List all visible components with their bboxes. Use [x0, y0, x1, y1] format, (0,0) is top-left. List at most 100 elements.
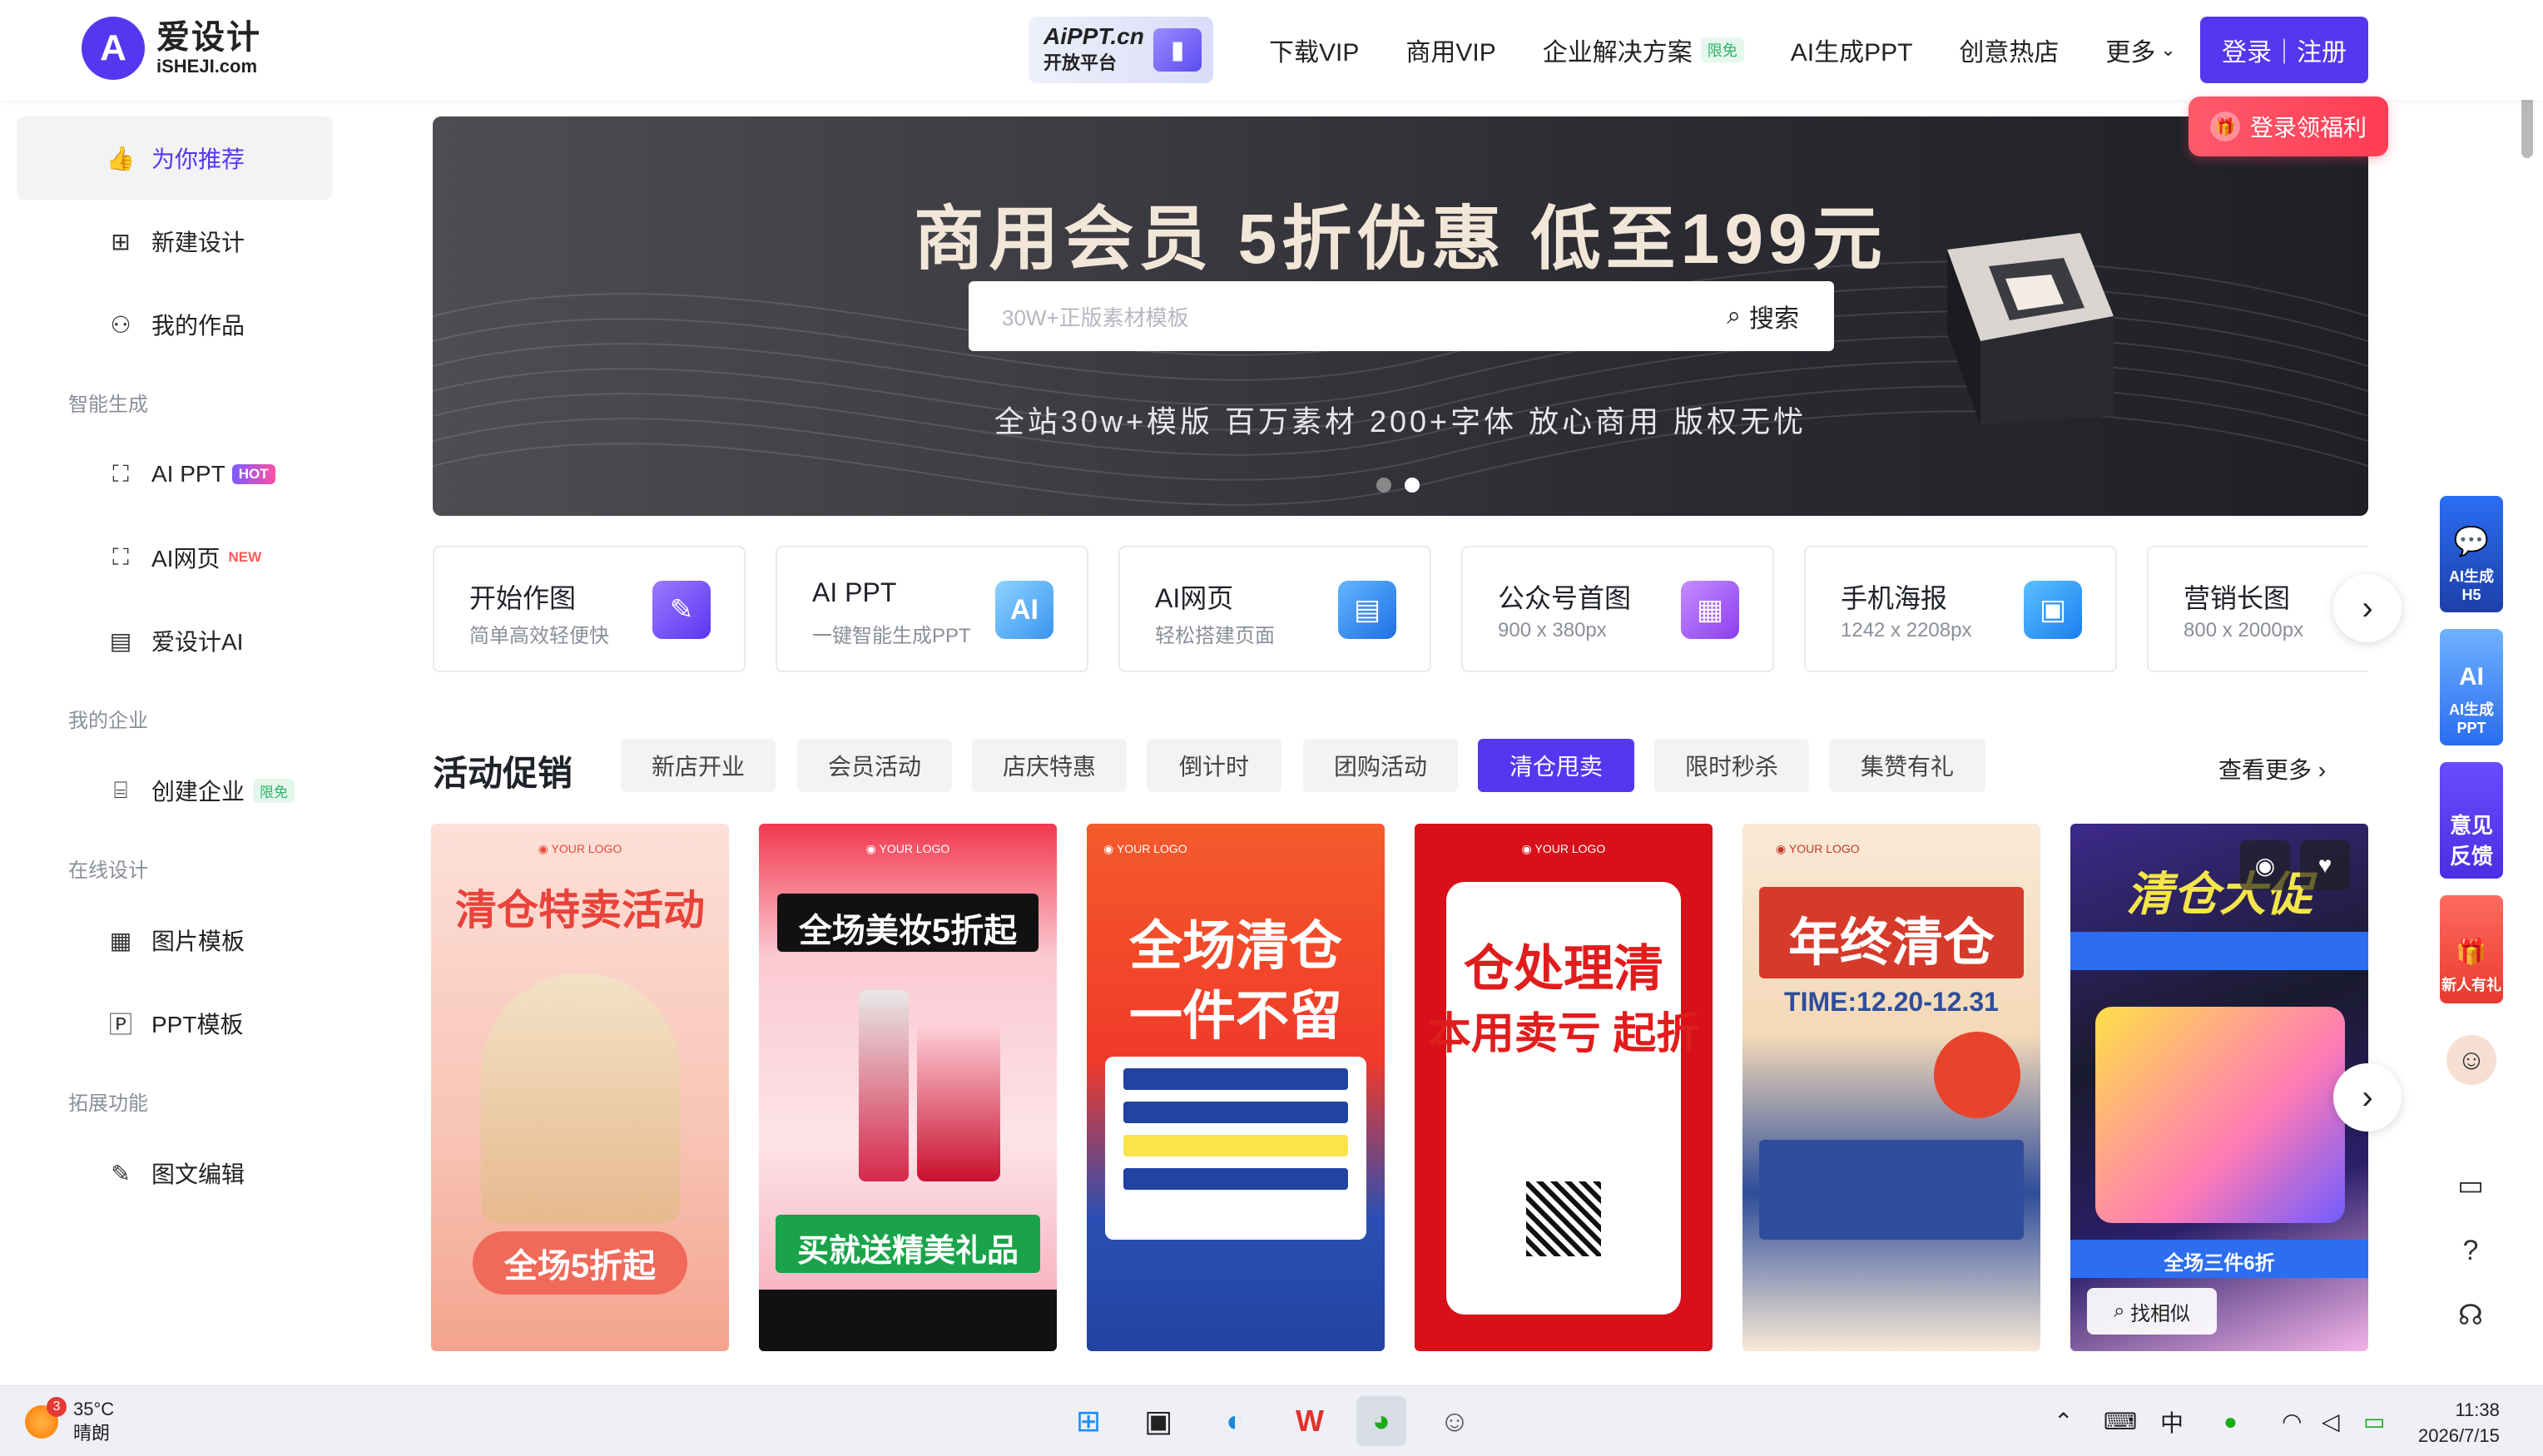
sidebar-item-create-enterprise[interactable]: ⌸ 创建企业 限免: [17, 749, 333, 832]
quick-card-ai-webpage[interactable]: AI网页 轻松搭建页面 ▤: [1118, 546, 1431, 672]
nav-enterprise-solutions[interactable]: 企业解决方案 限免: [1543, 32, 1744, 68]
sidebar-item-ai-webpage[interactable]: ⛶ AI网页 NEW: [17, 516, 333, 599]
windows-start-icon[interactable]: ⊞: [1063, 1396, 1113, 1446]
hot-badge: HOT: [231, 464, 275, 484]
assistant-avatar-icon[interactable]: ☺: [2446, 1035, 2496, 1085]
gift-box-icon: 🎁: [2456, 938, 2487, 966]
gift-icon: 🎁: [2209, 111, 2240, 141]
avatar-app-icon[interactable]: ☺: [1430, 1396, 1480, 1446]
weather-widget[interactable]: 3 35°C 晴朗: [25, 1396, 114, 1445]
volume-icon[interactable]: ◁: [2322, 1386, 2340, 1456]
nav-business-vip[interactable]: 商用VIP: [1405, 32, 1495, 68]
preview-eye-icon[interactable]: ◉: [2240, 840, 2290, 890]
task-view-icon[interactable]: ▣: [1133, 1396, 1183, 1446]
ai-icon: AI: [2459, 663, 2484, 691]
carousel-dot[interactable]: [1376, 478, 1391, 493]
quick-card-start-design[interactable]: 开始作图 简单高效轻便快 ✎: [433, 546, 746, 672]
system-clock[interactable]: 11:38 2026/7/15: [2418, 1398, 2500, 1449]
nav-creative-hot[interactable]: 创意热店: [1959, 32, 2059, 68]
wps-office-icon[interactable]: W: [1285, 1396, 1335, 1446]
login-register-button[interactable]: 登录｜注册: [2200, 17, 2368, 83]
logo-mark-icon: A: [82, 17, 145, 80]
help-question-icon[interactable]: ?: [2451, 1231, 2490, 1270]
sidebar-item-image-templates[interactable]: ▦ 图片模板: [17, 899, 333, 982]
login-perk-button[interactable]: 🎁 登录领福利: [2189, 97, 2388, 156]
newcomer-gift-tile[interactable]: 🎁 新人有礼: [2440, 895, 2503, 1003]
logo-en-text: iSHEJI.com: [156, 56, 258, 77]
sidebar-item-ppt-templates[interactable]: 🄿 PPT模板: [17, 982, 333, 1065]
new-badge: NEW: [228, 549, 262, 565]
sidebar-item-isheji-ai[interactable]: ▤ 爱设计AI: [17, 599, 333, 682]
wifi-icon[interactable]: ◠: [2282, 1386, 2302, 1456]
poster-template-6[interactable]: 清仓大促 全场三件6折 ◉ ♥ ⌕ 找相似: [2070, 824, 2368, 1351]
quick-card-mobile-poster[interactable]: 手机海报 1242 x 2208px ▣: [1804, 546, 2117, 672]
qr-code-image: [1526, 1181, 1601, 1256]
nav-download-vip[interactable]: 下载VIP: [1269, 32, 1359, 68]
notification-count: 3: [47, 1396, 67, 1417]
logo-cn-text: 爱设计: [156, 19, 261, 56]
clock-date: 2026/7/15: [2418, 1424, 2500, 1446]
wechat-icon[interactable]: ◕: [1356, 1396, 1406, 1446]
nail-polish-image: [917, 1023, 1000, 1181]
headset-support-icon[interactable]: ☊: [2451, 1296, 2490, 1335]
ai-ppt-tile[interactable]: AI AI生成PPT: [2440, 629, 2503, 745]
tab-clearance[interactable]: 清仓甩卖: [1478, 739, 1634, 792]
tab-member-activity[interactable]: 会员活动: [797, 739, 952, 792]
poster-template-5[interactable]: ◉ YOUR LOGO 年终清仓 TIME:12.20-12.31: [1742, 824, 2040, 1351]
quick-card-wechat-cover[interactable]: 公众号首图 900 x 380px ▦: [1461, 546, 1774, 672]
banner-search-box[interactable]: 30W+正版素材模板 ⌕ 搜索: [969, 281, 1834, 351]
model-image: [481, 973, 681, 1223]
sun-weather-icon: 3: [25, 1396, 67, 1439]
find-similar-button[interactable]: ⌕ 找相似: [2087, 1288, 2217, 1335]
cover-image-icon: ▦: [1681, 581, 1739, 639]
message-icon[interactable]: ▭: [2451, 1166, 2490, 1205]
search-button[interactable]: ⌕ 搜索: [1727, 298, 1799, 334]
search-icon: ⌕: [1727, 302, 1741, 329]
tab-likes-gift[interactable]: 集赞有礼: [1829, 739, 1985, 792]
search-input[interactable]: 30W+正版素材模板: [1002, 301, 1727, 332]
posters-next-arrow-icon[interactable]: ›: [2333, 1063, 2402, 1132]
ai-h5-tile[interactable]: 💬 AI生成H5: [2440, 496, 2503, 612]
h-frame-icon: ⛶: [112, 543, 129, 570]
sidebar-item-recommend[interactable]: 👍 为你推荐: [17, 116, 333, 200]
poster-template-4[interactable]: ◉ YOUR LOGO 仓处理清 本用卖亏 起折: [1415, 824, 1713, 1351]
chevron-down-icon: ⌄: [2160, 39, 2176, 60]
quick-card-ai-ppt[interactable]: AI PPT 一键智能生成PPT AI: [776, 546, 1088, 672]
phone-poster-icon: ▣: [2024, 581, 2082, 639]
edge-browser-icon[interactable]: ◐: [1210, 1396, 1260, 1446]
tab-countdown[interactable]: 倒计时: [1147, 739, 1281, 792]
sidebar-item-my-works[interactable]: ⚇ 我的作品: [17, 283, 333, 366]
sidebar-item-ai-ppt[interactable]: ⛶ AI PPT HOT: [17, 433, 333, 516]
tab-anniversary[interactable]: 店庆特惠: [972, 739, 1127, 792]
search-icon: ⌕: [2113, 1300, 2125, 1322]
tab-new-store[interactable]: 新店开业: [621, 739, 776, 792]
cards-next-arrow-icon[interactable]: ›: [2333, 574, 2402, 642]
aippt-line1: AiPPT.cn: [1043, 23, 1144, 49]
free-badge: 限免: [253, 778, 295, 803]
keyboard-icon[interactable]: ⌨: [2104, 1386, 2137, 1456]
tab-flash-sale[interactable]: 限时秒杀: [1654, 739, 1809, 792]
ppt-file-icon: 🄿: [108, 1012, 132, 1038]
nav-more[interactable]: 更多 ⌄: [2105, 32, 2175, 68]
pen-icon: ✎: [111, 1160, 131, 1186]
battery-icon[interactable]: ▭: [2363, 1386, 2385, 1456]
nav-ai-ppt[interactable]: AI生成PPT: [1791, 32, 1913, 68]
chevron-right-icon: ›: [2317, 757, 2327, 783]
poster-template-3[interactable]: ◉ YOUR LOGO 全场清仓 一件不留: [1087, 824, 1385, 1351]
poster-template-2[interactable]: ◉ YOUR LOGO 全场美妆5折起 买就送精美礼品: [759, 824, 1057, 1351]
view-more-link[interactable]: 查看更多 ›: [2218, 752, 2326, 785]
tray-chevron-up-icon[interactable]: ⌃: [2054, 1386, 2073, 1456]
banner-subtitle: 全站30w+模版 百万素材 200+字体 放心商用 版权无忧: [994, 404, 1807, 438]
hero-banner[interactable]: 商用会员 5折优惠 低至199元 30W+正版素材模板 ⌕ 搜索 全站30w+模…: [433, 116, 2368, 516]
site-logo[interactable]: A 爱设计 iSHEJI.com: [82, 17, 261, 80]
aippt-open-platform-link[interactable]: AiPPT.cn 开放平台 ▮: [1029, 17, 1213, 83]
carousel-dot-active[interactable]: [1405, 478, 1420, 493]
sidebar-item-new-design[interactable]: ⊞ 新建设计: [17, 200, 333, 283]
app-tray-icon[interactable]: ●: [2223, 1386, 2238, 1456]
favorite-heart-icon[interactable]: ♥: [2300, 840, 2350, 890]
tab-group-buy[interactable]: 团购活动: [1303, 739, 1458, 792]
sidebar-item-rich-text-editor[interactable]: ✎ 图文编辑: [17, 1132, 333, 1215]
ime-indicator[interactable]: 中: [2160, 1386, 2184, 1456]
poster-template-1[interactable]: ◉ YOUR LOGO 清仓特卖活动 全场5折起: [431, 824, 729, 1351]
feedback-tile[interactable]: 意见反馈: [2440, 762, 2503, 879]
